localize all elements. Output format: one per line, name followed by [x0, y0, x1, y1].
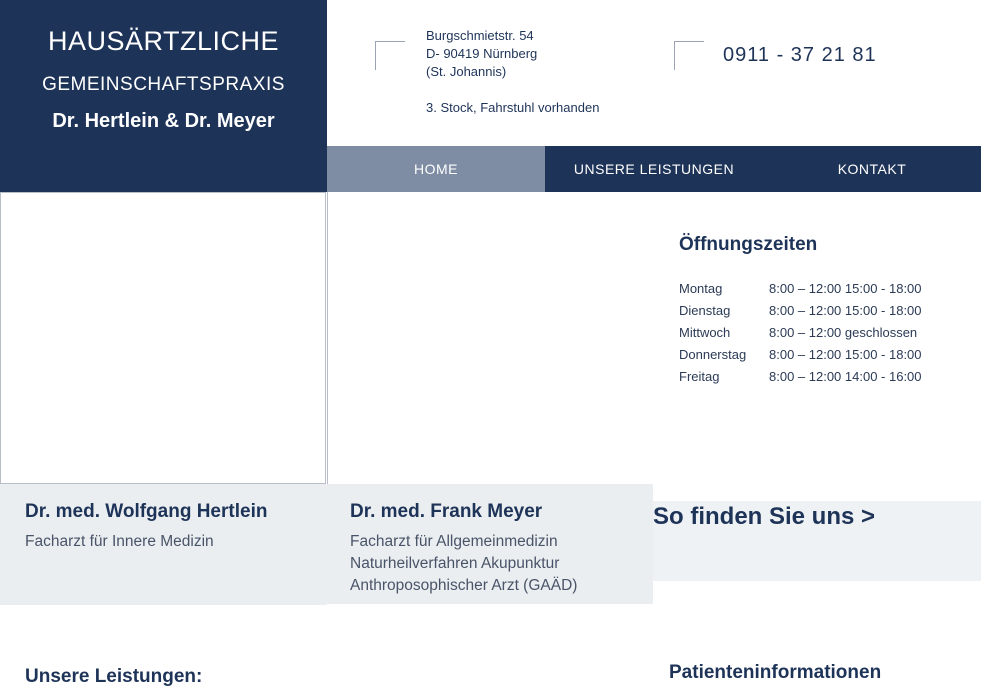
hours-day: Dienstag	[679, 303, 731, 318]
address-block: Burgschmietstr. 54 D- 90419 Nürnberg (St…	[426, 27, 599, 117]
hours-day: Freitag	[679, 369, 720, 384]
specialty-line: Facharzt für Allgemeinmedizin	[350, 533, 558, 550]
nav-item-home[interactable]: HOME	[327, 146, 545, 192]
doctor-name: Dr. med. Frank Meyer	[350, 501, 543, 522]
hours-row: Mittwoch 8:00 – 12:00 geschlossen	[679, 322, 922, 344]
nav-item-leistungen[interactable]: UNSERE LEISTUNGEN	[545, 146, 763, 192]
address-line: (St. Johannis)	[426, 64, 507, 79]
doctor-card-hertlein: Dr. med. Wolfgang Hertlein Facharzt für …	[0, 484, 327, 605]
hours-time: 8:00 – 12:00 14:00 - 16:00	[769, 369, 922, 384]
specialty-line: Facharzt für Innere Medizin	[25, 533, 214, 550]
doctor-specialties: Facharzt für Allgemeinmedizin Naturheilv…	[350, 531, 577, 597]
hours-day: Donnerstag	[679, 347, 747, 362]
address-line	[426, 81, 599, 99]
doctor-card-meyer: Dr. med. Frank Meyer Facharzt für Allgem…	[327, 484, 653, 604]
doctor-photo-hertlein	[0, 192, 326, 484]
phone-number[interactable]: 0911 - 37 21 81	[723, 44, 877, 67]
address-line: D- 90419 Nürnberg	[426, 46, 538, 61]
practice-logo[interactable]: HAUSÄRTZLICHE GEMEINSCHAFTSPRAXIS Dr. He…	[0, 0, 327, 192]
hours-time: 8:00 – 12:00 15:00 - 18:00	[769, 347, 922, 362]
hours-time: 8:00 – 12:00 geschlossen	[769, 325, 918, 340]
doctor-name: Dr. med. Wolfgang Hertlein	[25, 501, 268, 522]
hours-time: 8:00 – 12:00 15:00 - 18:00	[769, 281, 922, 296]
find-us-panel: So finden Sie uns >	[653, 501, 981, 581]
hours-row: Montag 8:00 – 12:00 15:00 - 18:00	[679, 278, 922, 300]
leistungen-heading: Unsere Leistungen:	[25, 666, 203, 687]
hours-row: Dienstag 8:00 – 12:00 15:00 - 18:00	[679, 300, 922, 322]
patient-info-heading: Patienteninformationen	[669, 662, 882, 683]
hours-time: 8:00 – 12:00 15:00 - 18:00	[769, 303, 922, 318]
logo-line-2: GEMEINSCHAFTSPRAXIS	[42, 74, 285, 95]
address-line: Burgschmietstr. 54	[426, 28, 534, 43]
address-bracket-decoration	[375, 41, 405, 70]
logo-line-3: Dr. Hertlein & Dr. Meyer	[52, 110, 275, 132]
address-line-elevator: 3. Stock, Fahrstuhl vorhanden	[426, 100, 600, 115]
logo-line-1: HAUSÄRTZLICHE	[47, 26, 280, 56]
hours-day: Montag	[679, 281, 723, 296]
phone-bracket-decoration	[674, 41, 704, 70]
doctor-specialties: Facharzt für Innere Medizin	[25, 531, 214, 553]
hours-row: Freitag 8:00 – 12:00 14:00 - 16:00	[679, 366, 922, 388]
hours-day: Mittwoch	[679, 325, 731, 340]
find-us-link[interactable]: So finden Sie uns >	[653, 503, 875, 531]
specialty-line: Anthroposophischer Arzt (GAÄD)	[350, 577, 578, 594]
hours-row: Donnerstag 8:00 – 12:00 15:00 - 18:00	[679, 344, 922, 366]
doctor-photo-meyer	[327, 192, 653, 484]
main-nav: HOME UNSERE LEISTUNGEN KONTAKT	[327, 146, 981, 192]
hours-table: Montag 8:00 – 12:00 15:00 - 18:00 Diensta…	[679, 278, 922, 388]
nav-item-kontakt[interactable]: KONTAKT	[763, 146, 981, 192]
hours-title: Öffnungszeiten	[679, 234, 818, 255]
specialty-line: Naturheilverfahren Akupunktur	[350, 555, 560, 572]
